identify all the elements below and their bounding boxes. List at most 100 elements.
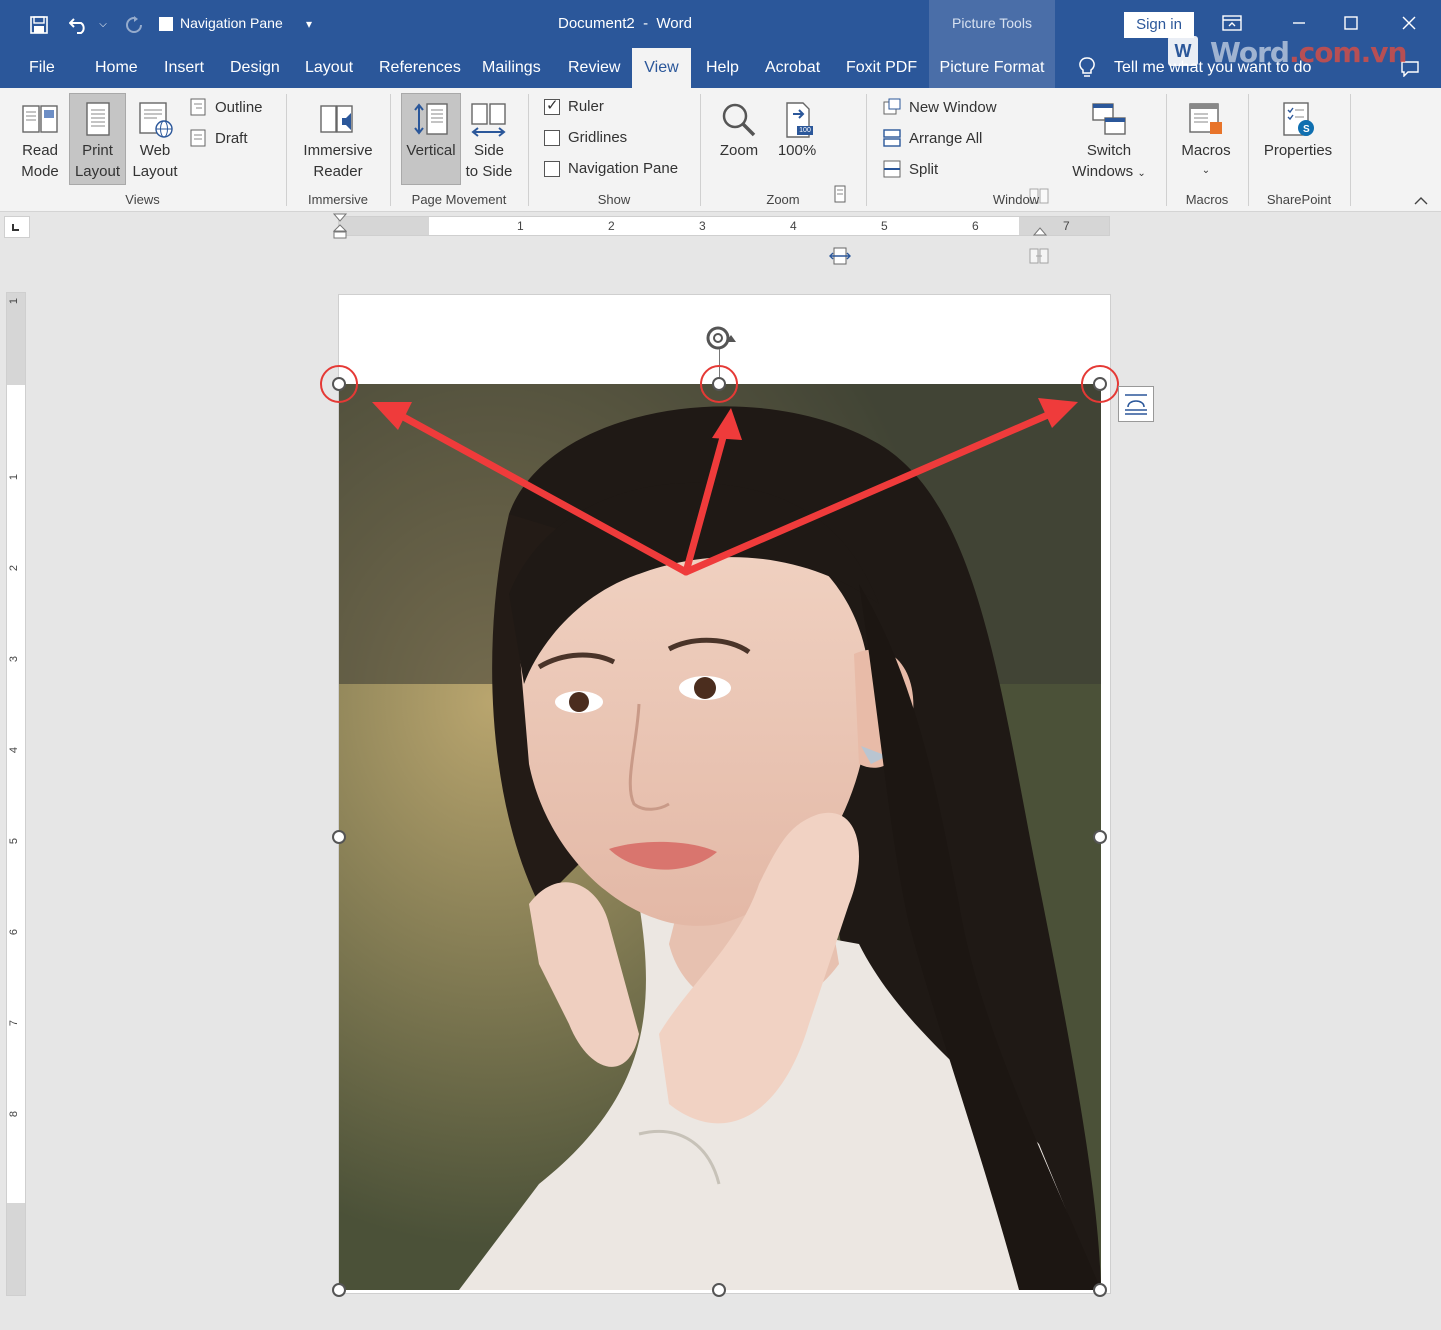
tab-home[interactable]: Home: [93, 48, 140, 88]
switch-windows-label-1: Switch: [1086, 142, 1132, 159]
group-separator: [1248, 94, 1249, 206]
group-separator: [1350, 94, 1351, 206]
vertical-label: Vertical: [406, 142, 456, 159]
tab-references[interactable]: References: [377, 48, 463, 88]
web-layout-label-1: Web: [139, 142, 171, 159]
resize-handle-middle-left[interactable]: [332, 830, 346, 844]
draft-icon: [189, 129, 207, 147]
immersive-reader-button[interactable]: Immersive Reader: [296, 94, 380, 186]
ruler-number: 5: [881, 219, 888, 233]
right-indent-marker-icon[interactable]: [1033, 227, 1047, 237]
views-group-label: Views: [125, 192, 160, 207]
read-mode-label-1: Read: [22, 142, 58, 159]
group-separator: [286, 94, 287, 206]
customize-qat-icon[interactable]: ▾: [300, 12, 318, 36]
new-window-button[interactable]: New Window: [883, 98, 997, 116]
arrange-all-button[interactable]: Arrange All: [883, 129, 982, 147]
macros-icon: [1186, 100, 1226, 140]
magnifier-icon: [719, 100, 759, 140]
side-to-side-button[interactable]: Side to Side: [462, 94, 516, 186]
web-layout-icon: [135, 100, 175, 140]
switch-windows-button[interactable]: Switch Windows ⌄: [1062, 94, 1156, 186]
arrange-all-icon: [883, 129, 901, 147]
ruler-number: 5: [8, 837, 21, 845]
tab-help[interactable]: Help: [704, 48, 741, 88]
properties-label: Properties: [1263, 142, 1333, 159]
close-icon[interactable]: [1394, 10, 1424, 36]
zoom-100-button[interactable]: 100 100%: [770, 94, 824, 186]
read-mode-button[interactable]: Read Mode: [12, 94, 68, 186]
zoom-100-label: 100%: [777, 142, 817, 159]
sign-in-button[interactable]: Sign in: [1124, 12, 1194, 38]
draft-button[interactable]: Draft: [189, 129, 248, 147]
split-icon: [883, 160, 901, 178]
ruler-number: 8: [8, 1110, 21, 1118]
tab-review[interactable]: Review: [566, 48, 622, 88]
ruler-number: 1: [517, 219, 524, 233]
resize-handle-middle-right[interactable]: [1093, 830, 1107, 844]
tab-design[interactable]: Design: [228, 48, 282, 88]
layout-options-button[interactable]: [1118, 386, 1154, 422]
vertical-scroll-icon: [411, 100, 451, 140]
print-layout-label-2: Layout: [74, 163, 121, 180]
read-mode-icon: [20, 100, 60, 140]
zoom-button[interactable]: Zoom: [712, 94, 766, 186]
navigation-pane-checkbox-ribbon[interactable]: Navigation Pane: [544, 160, 678, 177]
zoom-100-icon: 100: [777, 100, 817, 140]
tab-picture-format[interactable]: Picture Format: [929, 48, 1055, 88]
ruler-number: 3: [699, 219, 706, 233]
gridlines-checkbox[interactable]: Gridlines: [544, 129, 627, 146]
side-to-side-label-1: Side: [473, 142, 505, 159]
tab-insert[interactable]: Insert: [162, 48, 206, 88]
minimize-icon[interactable]: [1284, 10, 1314, 36]
selected-picture[interactable]: [339, 384, 1101, 1290]
page-width-icon[interactable]: [829, 246, 851, 266]
resize-handle-bottom-left[interactable]: [332, 1283, 346, 1297]
ruler-bottom-margin: [7, 1203, 25, 1295]
print-layout-icon: [78, 100, 118, 140]
navigation-pane-qat-label: Navigation Pane: [180, 15, 283, 31]
tab-view[interactable]: View: [632, 48, 691, 88]
resize-handle-bottom-center[interactable]: [712, 1283, 726, 1297]
rotate-handle-icon[interactable]: [702, 322, 738, 358]
zoom-label: Zoom: [719, 142, 759, 159]
tab-file[interactable]: File: [27, 48, 57, 88]
redo-icon[interactable]: [122, 12, 146, 38]
zoom-100-badge: 100: [799, 127, 811, 134]
read-mode-label-2: Mode: [21, 163, 59, 180]
tab-selector[interactable]: [4, 216, 30, 238]
tab-acrobat[interactable]: Acrobat: [763, 48, 822, 88]
navigation-pane-check-icon: [544, 160, 560, 177]
macros-button[interactable]: Macros ⌄: [1176, 94, 1236, 186]
reset-window-position-icon[interactable]: [1028, 246, 1050, 266]
vertical-button[interactable]: Vertical: [401, 93, 461, 185]
web-layout-button[interactable]: Web Layout: [127, 94, 183, 186]
ruler-number: 7: [8, 1019, 21, 1027]
ruler-checkbox[interactable]: Ruler: [544, 96, 604, 115]
properties-button[interactable]: S Properties: [1258, 94, 1338, 186]
maximize-icon[interactable]: [1336, 10, 1366, 36]
vertical-ruler[interactable]: 1 1 2 3 4 5 6 7 8: [6, 292, 26, 1296]
collapse-ribbon-icon[interactable]: [1410, 192, 1432, 210]
split-button[interactable]: Split: [883, 160, 938, 178]
ruler-left-margin: [339, 217, 429, 235]
new-window-label: New Window: [909, 98, 997, 116]
watermark-logo: W: [1168, 36, 1198, 66]
macros-group-label: Macros: [1185, 192, 1229, 207]
save-icon[interactable]: [26, 12, 52, 38]
undo-icon[interactable]: [66, 12, 92, 38]
tab-layout[interactable]: Layout: [303, 48, 355, 88]
ribbon-display-options-icon[interactable]: [1218, 10, 1246, 36]
outline-button[interactable]: Outline: [189, 98, 263, 116]
ruler-number: 6: [972, 219, 979, 233]
indent-marker-icon[interactable]: [333, 213, 347, 239]
print-layout-button[interactable]: Print Layout: [69, 93, 126, 185]
tab-mailings[interactable]: Mailings: [480, 48, 543, 88]
resize-handle-bottom-right[interactable]: [1093, 1283, 1107, 1297]
navigation-pane-checkbox[interactable]: [158, 16, 174, 32]
undo-dropdown-icon[interactable]: ⌵: [96, 14, 110, 34]
ruler-label: Ruler: [568, 98, 604, 115]
outline-icon: [189, 98, 207, 116]
tab-foxit-pdf[interactable]: Foxit PDF: [844, 48, 919, 88]
horizontal-ruler[interactable]: 1 2 3 4 5 6 7: [333, 213, 1110, 239]
